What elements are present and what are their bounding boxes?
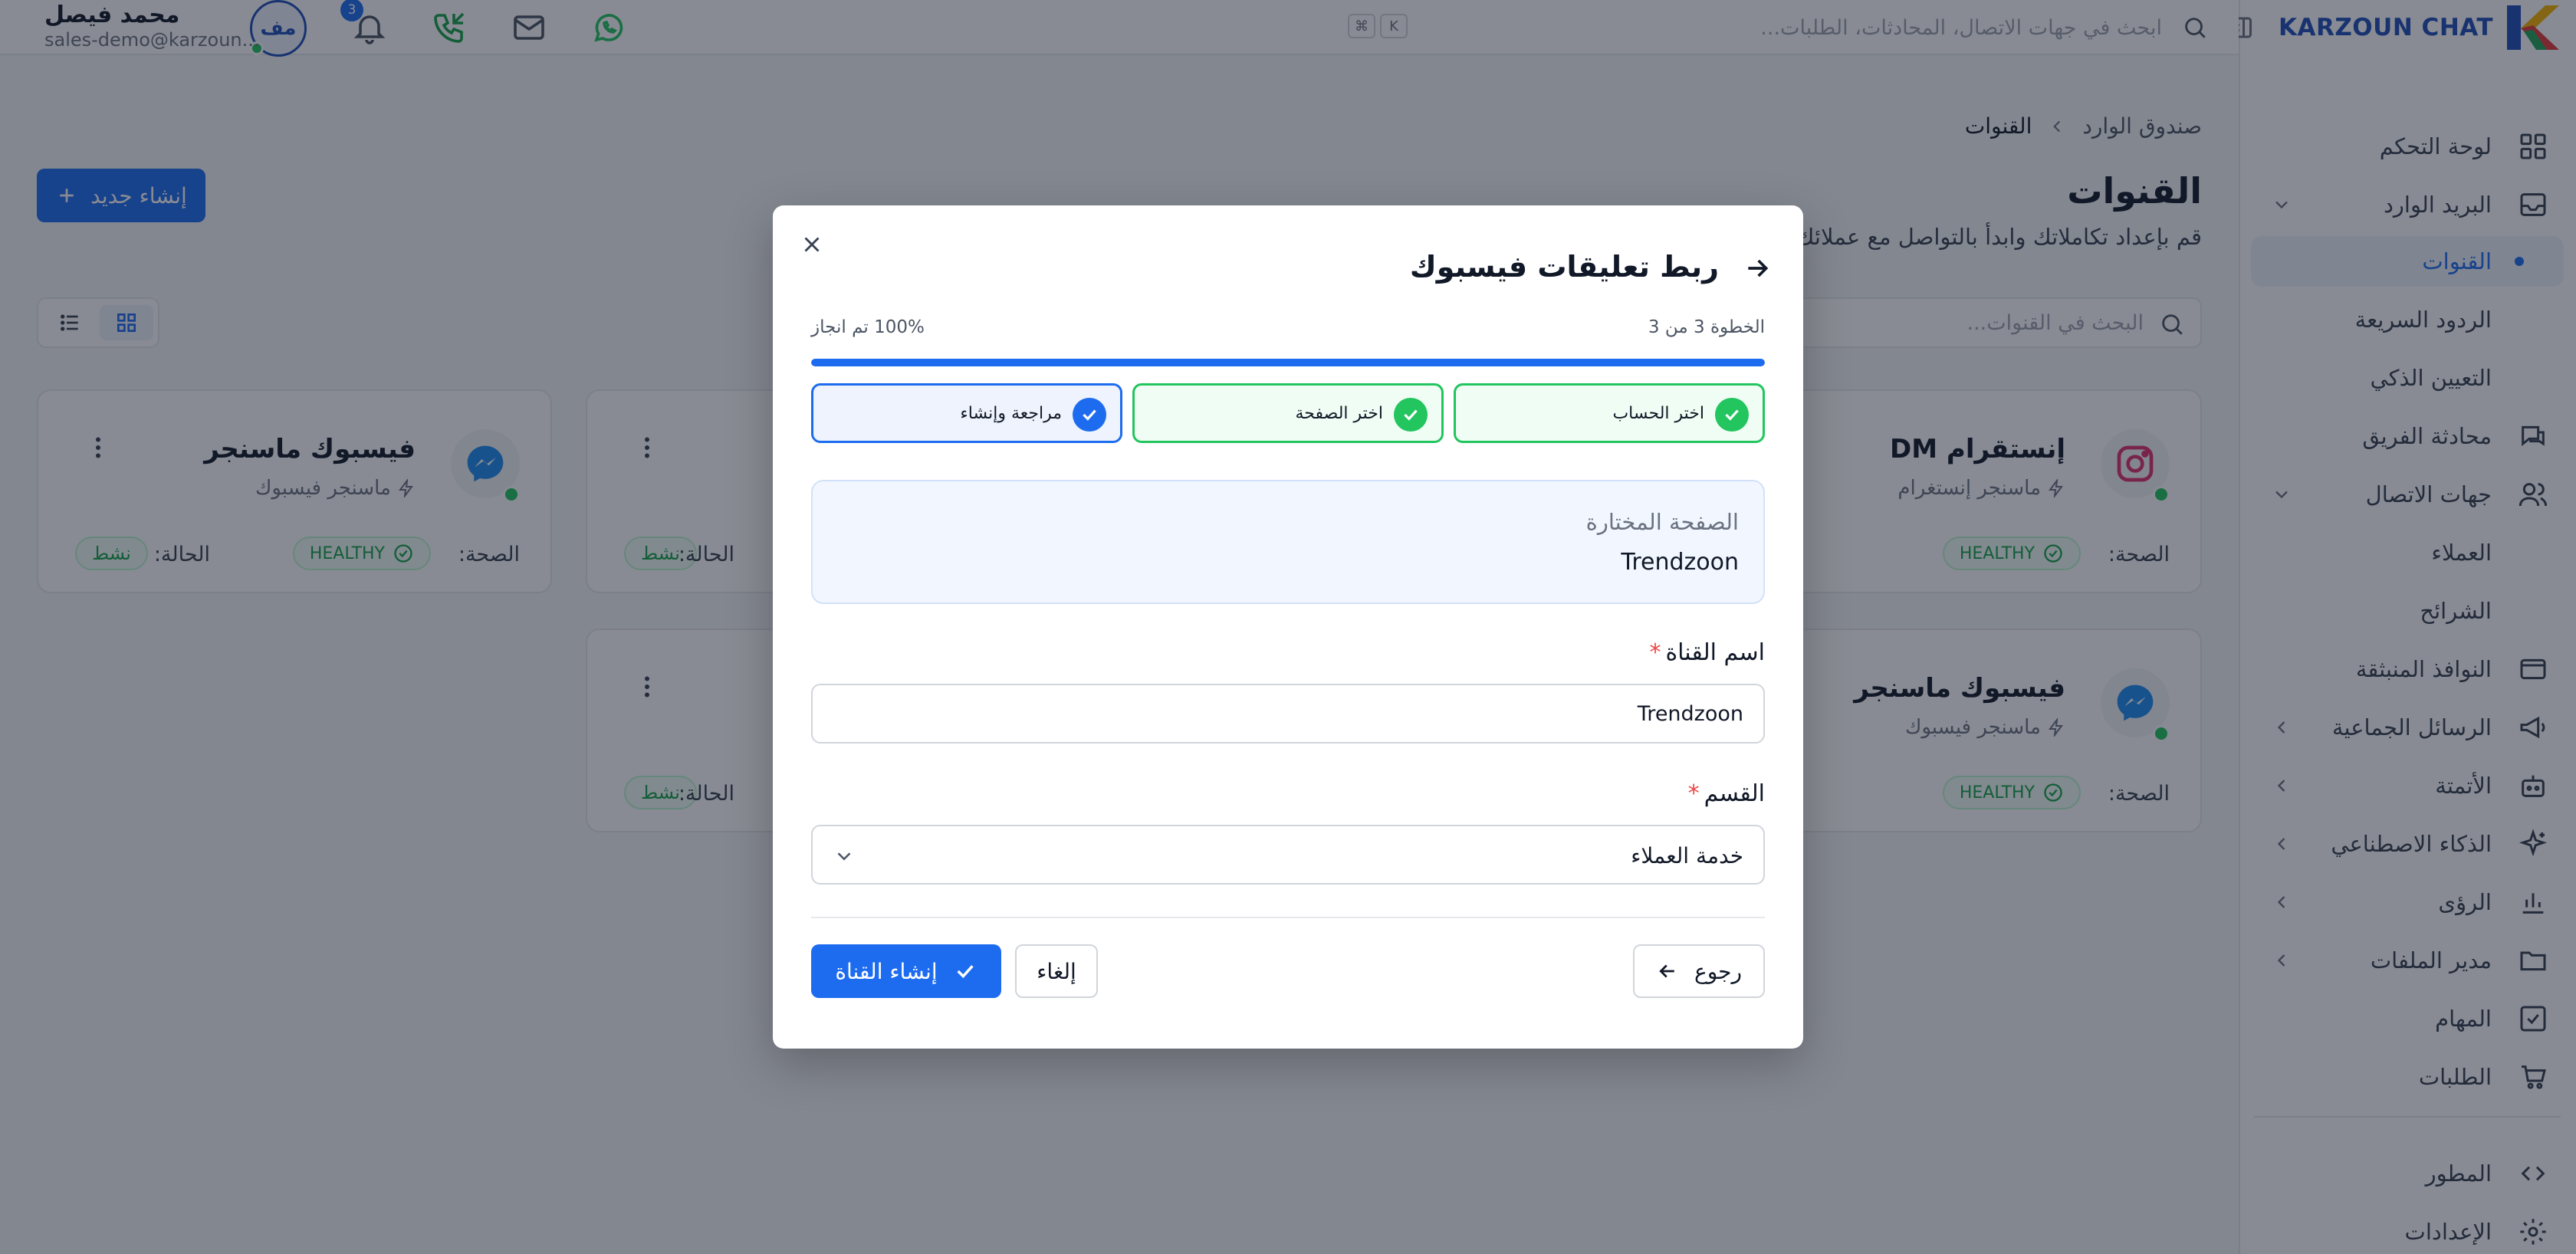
- required-mark: *: [1687, 780, 1700, 807]
- dialog-divider: [811, 917, 1765, 918]
- cancel-button[interactable]: إلغاء: [1015, 944, 1098, 998]
- wizard-steps: اختر الحساب اختر الصفحة مراجعة وإنشاء: [811, 383, 1765, 443]
- channel-name-label-text: اسم القناة: [1665, 639, 1765, 666]
- required-mark: *: [1649, 639, 1661, 666]
- back-button[interactable]: رجوع: [1633, 944, 1765, 998]
- back-label: رجوع: [1694, 958, 1743, 984]
- connect-facebook-comments-dialog: ربط تعليقات فيسبوك الخطوة 3 من 3 100% تم…: [773, 205, 1803, 1049]
- step-indicator: الخطوة 3 من 3: [1648, 317, 1765, 337]
- check-icon: [1073, 398, 1106, 432]
- check-icon: [1715, 398, 1749, 432]
- step-select-page[interactable]: اختر الصفحة: [1132, 383, 1444, 443]
- progress-bar: [811, 359, 1765, 366]
- department-label: القسم*: [1688, 780, 1765, 807]
- step-label: اختر الحساب: [1612, 404, 1704, 423]
- cancel-label: إلغاء: [1037, 958, 1076, 984]
- create-channel-label: إنشاء القناة: [835, 958, 938, 984]
- close-icon[interactable]: [799, 231, 825, 258]
- arrow-left-icon: [1656, 960, 1679, 983]
- create-channel-button[interactable]: إنشاء القناة: [811, 944, 1001, 998]
- step-label: اختر الصفحة: [1295, 404, 1383, 423]
- chevron-down-icon: [833, 845, 856, 868]
- progress-percent: 100% تم انجاز: [811, 317, 925, 337]
- selected-page-value: Trendzoon: [1621, 549, 1739, 576]
- department-label-text: القسم: [1704, 780, 1765, 807]
- step-select-account[interactable]: اختر الحساب: [1454, 383, 1765, 443]
- channel-name-label: اسم القناة*: [1649, 639, 1765, 666]
- dialog-title: ربط تعليقات فيسبوك: [1409, 250, 1719, 284]
- progress-fill: [811, 359, 1765, 366]
- check-icon: [953, 959, 978, 983]
- selected-page-label: الصفحة المختارة: [1585, 509, 1739, 535]
- arrow-right-back-icon[interactable]: [1742, 253, 1773, 284]
- step-review-create[interactable]: مراجعة وإنشاء: [811, 383, 1122, 443]
- department-select[interactable]: خدمة العملاء: [811, 825, 1765, 885]
- check-icon: [1394, 398, 1428, 432]
- step-label: مراجعة وإنشاء: [960, 404, 1062, 423]
- department-value: خدمة العملاء: [1631, 843, 1743, 868]
- selected-page-box: الصفحة المختارة Trendzoon: [811, 480, 1765, 604]
- channel-name-input[interactable]: [811, 684, 1765, 744]
